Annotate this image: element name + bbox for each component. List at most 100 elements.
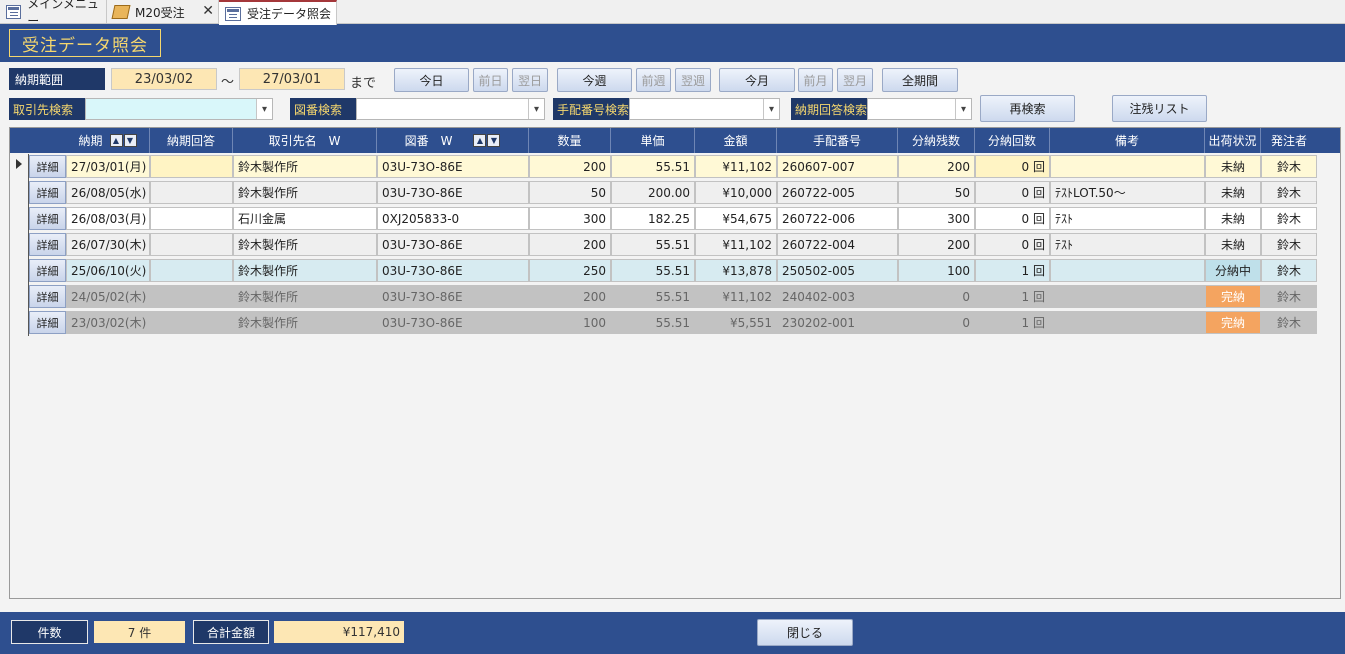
detail-button[interactable]: 詳細 — [29, 155, 66, 178]
sort-descending-icon[interactable]: ▼ — [123, 134, 137, 147]
chevron-down-icon[interactable]: ▾ — [763, 99, 779, 119]
cell-amount[interactable]: ¥5,551 — [695, 311, 777, 334]
cell-client[interactable]: 鈴木製作所 — [233, 285, 377, 308]
table-row[interactable]: 詳細 26/08/03(月) 石川金属 0XJ205833-0 300 182.25 ¥54… — [10, 206, 1340, 232]
cell-ship-status[interactable]: 分納中 — [1205, 259, 1261, 282]
sort-descending-icon[interactable]: ▼ — [487, 134, 501, 147]
date-to-field[interactable]: 27/03/01 — [239, 68, 345, 90]
cell-note[interactable]: ﾃｽﾄLOT.50～ — [1050, 181, 1205, 204]
cell-note[interactable] — [1050, 285, 1205, 308]
cell-remaining[interactable]: 200 — [898, 233, 975, 256]
col-header-drawing[interactable]: 図番 W ▲ ▼ — [377, 128, 529, 153]
cell-drawing[interactable]: 03U-73O-86E — [377, 181, 529, 204]
cell-qty[interactable]: 50 — [529, 181, 611, 204]
cell-deliveries[interactable]: 1 回 — [975, 285, 1050, 308]
cell-amount[interactable]: ¥10,000 — [695, 181, 777, 204]
col-header-unit-price[interactable]: 単価 — [611, 128, 695, 153]
chevron-down-icon[interactable]: ▾ — [256, 99, 272, 119]
cell-order-no[interactable]: 240402-003 — [777, 285, 898, 308]
table-row[interactable]: 詳細 24/05/02(木) 鈴木製作所 03U-73O-86E 200 55.51 ¥11… — [10, 284, 1340, 310]
table-row[interactable]: 詳細 26/08/05(水) 鈴木製作所 03U-73O-86E 50 200.00 ¥10… — [10, 180, 1340, 206]
detail-button[interactable]: 詳細 — [29, 207, 66, 230]
cell-due-reply[interactable] — [150, 233, 233, 256]
prev-day-button[interactable]: 前日 — [473, 68, 508, 92]
cell-order-no[interactable]: 260722-004 — [777, 233, 898, 256]
cell-unit-price[interactable]: 55.51 — [611, 155, 695, 178]
prev-week-button[interactable]: 前週 — [636, 68, 671, 92]
cell-note[interactable] — [1050, 259, 1205, 282]
cell-due[interactable]: 26/08/05(水) — [66, 181, 150, 204]
client-search-combo[interactable]: ▾ — [85, 98, 273, 120]
col-header-deliveries[interactable]: 分納回数 — [975, 128, 1050, 153]
cell-qty[interactable]: 250 — [529, 259, 611, 282]
detail-button[interactable]: 詳細 — [29, 311, 66, 334]
table-row[interactable]: 詳細 26/07/30(木) 鈴木製作所 03U-73O-86E 200 55.51 ¥11… — [10, 232, 1340, 258]
cell-amount[interactable]: ¥11,102 — [695, 155, 777, 178]
cell-order-no[interactable]: 230202-001 — [777, 311, 898, 334]
col-header-client[interactable]: 取引先名 W — [233, 128, 377, 153]
cell-drawing[interactable]: 0XJ205833-0 — [377, 207, 529, 230]
cell-unit-price[interactable]: 55.51 — [611, 259, 695, 282]
order-no-search-combo[interactable]: ▾ — [629, 98, 780, 120]
detail-button[interactable]: 詳細 — [29, 259, 66, 282]
col-header-ship-status[interactable]: 出荷状況 — [1205, 128, 1261, 153]
cell-remaining[interactable]: 200 — [898, 155, 975, 178]
prev-month-button[interactable]: 前月 — [798, 68, 833, 92]
close-icon[interactable]: ✕ — [202, 3, 214, 19]
cell-qty[interactable]: 200 — [529, 285, 611, 308]
cell-ship-status[interactable]: 未納 — [1205, 233, 1261, 256]
cell-client[interactable]: 鈴木製作所 — [233, 311, 377, 334]
cell-deliveries[interactable]: 0 回 — [975, 233, 1050, 256]
cell-orderer[interactable]: 鈴木 — [1261, 155, 1317, 178]
next-day-button[interactable]: 翌日 — [512, 68, 548, 92]
cell-ship-status[interactable]: 未納 — [1205, 181, 1261, 204]
cell-qty[interactable]: 300 — [529, 207, 611, 230]
detail-button[interactable]: 詳細 — [29, 233, 66, 256]
backorder-list-button[interactable]: 注残リスト — [1112, 95, 1207, 122]
cell-order-no[interactable]: 260607-007 — [777, 155, 898, 178]
cell-ship-status[interactable]: 未納 — [1205, 207, 1261, 230]
col-header-orderer[interactable]: 発注者 — [1261, 128, 1317, 153]
cell-amount[interactable]: ¥54,675 — [695, 207, 777, 230]
cell-remaining[interactable]: 50 — [898, 181, 975, 204]
cell-due-reply[interactable] — [150, 155, 233, 178]
cell-deliveries[interactable]: 0 回 — [975, 155, 1050, 178]
cell-due[interactable]: 26/07/30(木) — [66, 233, 150, 256]
chevron-down-icon[interactable]: ▾ — [955, 99, 971, 119]
cell-due-reply[interactable] — [150, 311, 233, 334]
cell-due[interactable]: 27/03/01(月) — [66, 155, 150, 178]
col-header-remaining[interactable]: 分納残数 — [898, 128, 975, 153]
cell-deliveries[interactable]: 0 回 — [975, 207, 1050, 230]
col-header-amount[interactable]: 金額 — [695, 128, 777, 153]
table-row[interactable]: 詳細 25/06/10(火) 鈴木製作所 03U-73O-86E 250 55.51 ¥13… — [10, 258, 1340, 284]
col-header-order-no[interactable]: 手配番号 — [777, 128, 898, 153]
cell-order-no[interactable]: 250502-005 — [777, 259, 898, 282]
cell-qty[interactable]: 100 — [529, 311, 611, 334]
record-selector[interactable] — [10, 258, 29, 284]
record-selector[interactable] — [10, 206, 29, 232]
next-week-button[interactable]: 翌週 — [675, 68, 711, 92]
cell-due[interactable]: 23/03/02(木) — [66, 311, 150, 334]
cell-remaining[interactable]: 0 — [898, 285, 975, 308]
cell-due[interactable]: 26/08/03(月) — [66, 207, 150, 230]
sort-ascending-icon[interactable]: ▲ — [473, 134, 487, 147]
cell-due-reply[interactable] — [150, 207, 233, 230]
date-from-field[interactable]: 23/03/02 — [111, 68, 217, 90]
cell-drawing[interactable]: 03U-73O-86E — [377, 259, 529, 282]
cell-note[interactable] — [1050, 155, 1205, 178]
cell-client[interactable]: 鈴木製作所 — [233, 259, 377, 282]
cell-deliveries[interactable]: 0 回 — [975, 181, 1050, 204]
cell-deliveries[interactable]: 1 回 — [975, 259, 1050, 282]
cell-ship-status[interactable]: 完納 — [1205, 311, 1261, 334]
cell-client[interactable]: 石川金属 — [233, 207, 377, 230]
cell-amount[interactable]: ¥11,102 — [695, 233, 777, 256]
cell-order-no[interactable]: 260722-006 — [777, 207, 898, 230]
sort-ascending-icon[interactable]: ▲ — [109, 134, 123, 147]
cell-remaining[interactable]: 300 — [898, 207, 975, 230]
cell-drawing[interactable]: 03U-73O-86E — [377, 285, 529, 308]
cell-ship-status[interactable]: 未納 — [1205, 155, 1261, 178]
this-week-button[interactable]: 今週 — [557, 68, 632, 92]
cell-remaining[interactable]: 0 — [898, 311, 975, 334]
cell-orderer[interactable]: 鈴木 — [1261, 285, 1317, 308]
cell-due[interactable]: 25/06/10(火) — [66, 259, 150, 282]
